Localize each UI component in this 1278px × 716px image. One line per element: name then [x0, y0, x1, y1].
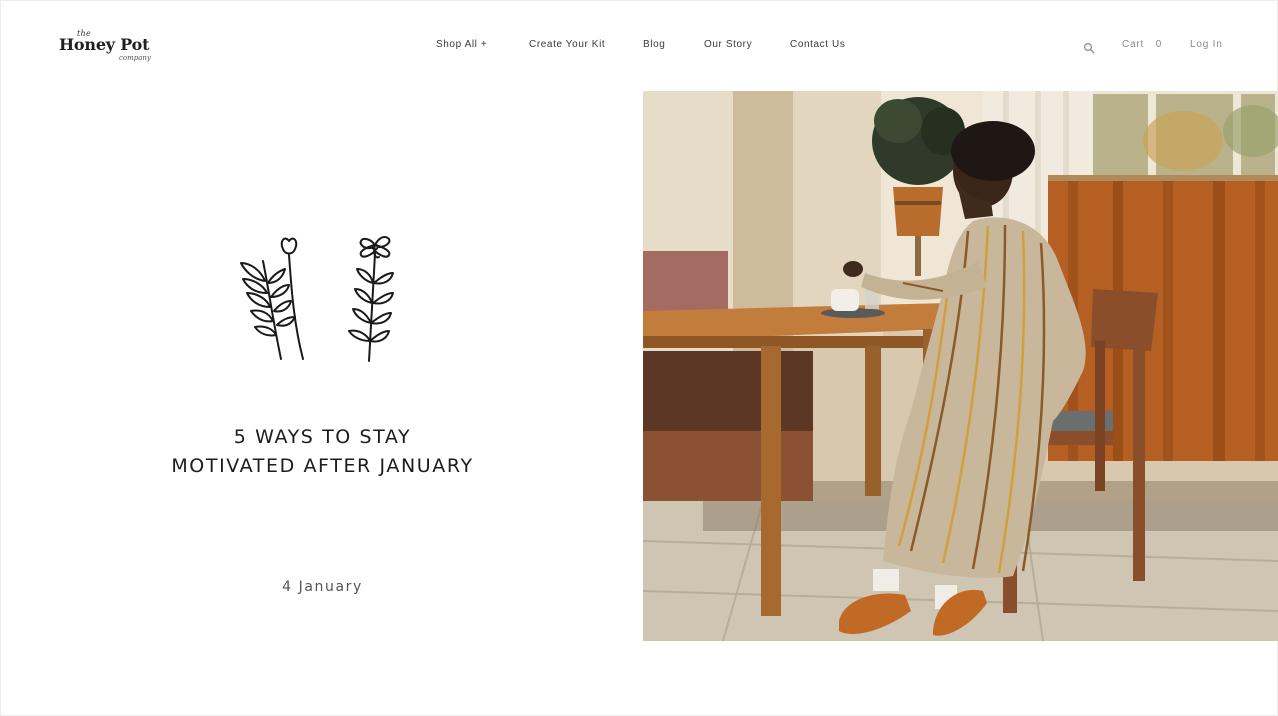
logo-sub-text: company: [119, 54, 151, 62]
cart-label: Cart: [1122, 39, 1145, 50]
nav-contact-us[interactable]: Contact Us: [790, 39, 845, 50]
site-header: the Honey Pot company Shop All + Create …: [1, 1, 1278, 89]
hero-image: [643, 91, 1278, 641]
nav-blog[interactable]: Blog: [643, 39, 665, 50]
search-button[interactable]: [1083, 39, 1095, 54]
page: the Honey Pot company Shop All + Create …: [0, 0, 1278, 716]
article-intro: 5 WAYS TO STAY MOTIVATED AFTER JANUARY 4…: [1, 89, 641, 649]
nav-shop-all[interactable]: Shop All +: [436, 39, 487, 50]
brand-logo[interactable]: the Honey Pot company: [59, 29, 169, 65]
cart-link[interactable]: Cart 0: [1122, 39, 1162, 53]
cart-count: 0: [1155, 39, 1163, 50]
article-title-line-1: 5 WAYS TO STAY: [233, 426, 412, 448]
article-date: 4 January: [282, 579, 363, 595]
nav-create-your-kit[interactable]: Create Your Kit: [529, 39, 605, 50]
search-icon: [1083, 42, 1095, 54]
nav-our-story[interactable]: Our Story: [704, 39, 752, 50]
article-title-line-2: MOTIVATED AFTER JANUARY: [171, 455, 474, 477]
botanical-illustration-icon: [233, 231, 403, 391]
article-title[interactable]: 5 WAYS TO STAY MOTIVATED AFTER JANUARY: [1, 423, 644, 481]
login-link[interactable]: Log In: [1190, 39, 1223, 53]
logo-main-text: Honey Pot: [59, 35, 150, 54]
